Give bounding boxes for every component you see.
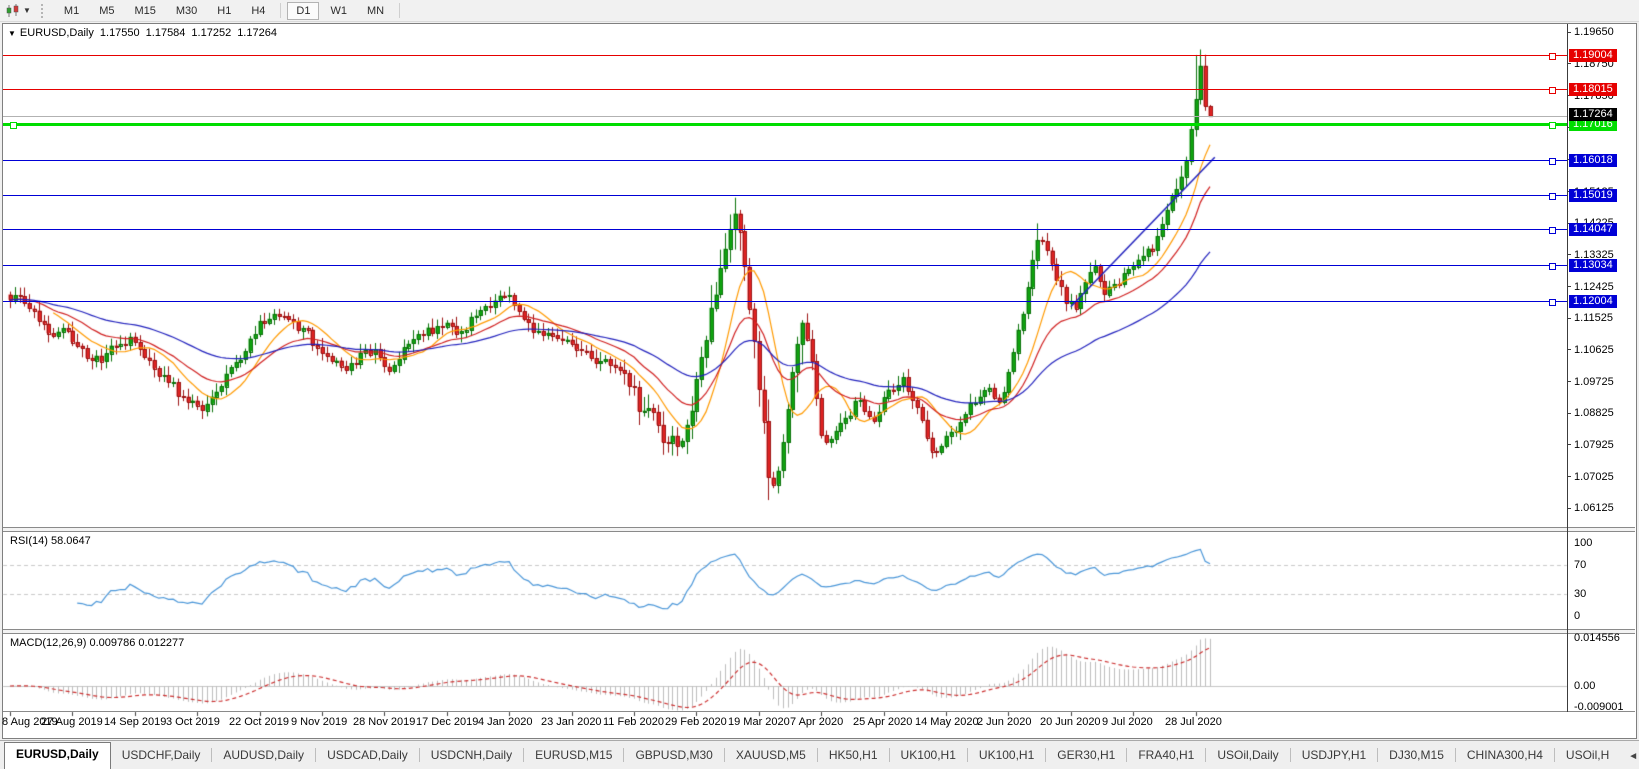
hline-endpoint-marker[interactable] [1549,299,1556,306]
hline-1.19004[interactable] [3,55,1567,56]
triangle-down-icon[interactable]: ▼ [8,29,16,38]
timeframe-button-h4[interactable]: H4 [242,2,274,20]
hline-endpoint-marker[interactable] [1549,122,1556,129]
price-axis-line [1567,24,1568,712]
rsi-indicator-label: RSI(14) 58.0647 [10,535,91,547]
chart-tabs-bar: EURUSD,DailyUSDCHF,DailyAUDUSD,DailyUSDC… [0,740,1639,769]
pane-separator-macd-dates [3,711,1635,712]
tab-fra40-h1[interactable]: FRA40,H1 [1127,743,1205,769]
hline-endpoint-marker[interactable] [10,122,17,129]
timeframe-toolbar: ▼ M1M5M15M30H1H4 D1W1MN [0,0,1639,22]
toolbar-separator [399,3,400,18]
triangle-down-icon: ▼ [23,6,31,15]
chart-title: ▼ EURUSD,Daily 1.17550 1.17584 1.17252 1.1726… [8,27,283,39]
tab-usdjpy-h1[interactable]: USDJPY,H1 [1291,743,1377,769]
tab-audusd-daily[interactable]: AUDUSD,Daily [212,743,315,769]
timeframe-button-m15[interactable]: M15 [125,2,164,20]
candlestick-chart-icon [6,4,21,18]
hline-endpoint-marker[interactable] [1549,87,1556,94]
chart-symbol-label: EURUSD,Daily [20,27,94,39]
chart-tabs: EURUSD,DailyUSDCHF,DailyAUDUSD,DailyUSDC… [0,742,1620,769]
tab-eurusd-daily[interactable]: EURUSD,Daily [4,742,111,769]
macd-indicator-label: MACD(12,26,9) 0.009786 0.012277 [10,637,184,649]
chart-type-button[interactable]: ▼ [6,4,31,18]
timeframe-button-w1[interactable]: W1 [321,2,356,20]
timeframe-button-d1[interactable]: D1 [287,2,319,20]
tab-uk100-h1[interactable]: UK100,H1 [890,743,967,769]
hline-endpoint-marker[interactable] [1549,193,1556,200]
timeframe-button-h1[interactable]: H1 [208,2,240,20]
tab-usdcnh-daily[interactable]: USDCNH,Daily [420,743,523,769]
tab-ger30-h1[interactable]: GER30,H1 [1046,743,1126,769]
hline-1.12004[interactable] [3,301,1567,302]
tab-usoil-h[interactable]: USOil,H [1555,743,1620,769]
tab-hk50-h1[interactable]: HK50,H1 [818,743,889,769]
tab-uk100-h1[interactable]: UK100,H1 [968,743,1045,769]
hline-1.15019[interactable] [3,195,1567,196]
tab-usdchf-daily[interactable]: USDCHF,Daily [111,743,212,769]
timeframe-button-m1[interactable]: M1 [55,2,88,20]
timeframe-button-m30[interactable]: M30 [167,2,206,20]
hline-1.17016[interactable] [3,123,1567,126]
timeframe-buttons: M1M5M15M30H1H4 D1W1MN [54,2,405,20]
hline-endpoint-marker[interactable] [1549,158,1556,165]
toolbar-separator [280,3,281,18]
toolbar-grip [41,4,46,18]
timeframe-button-mn[interactable]: MN [358,2,393,20]
pane-separator-rsi-macd[interactable] [3,629,1635,634]
timeframe-button-m5[interactable]: M5 [90,2,123,20]
tab-usdcad-daily[interactable]: USDCAD,Daily [316,743,419,769]
hline-1.13034[interactable] [3,265,1567,266]
tab-china300-h4[interactable]: CHINA300,H4 [1456,743,1554,769]
tabs-scroll-left-button[interactable]: ◄ [1620,751,1639,769]
hline-1.18015[interactable] [3,89,1567,90]
ohlc-high: 1.17584 [146,27,186,39]
pane-separator-price-rsi[interactable] [3,527,1635,532]
triangle-left-icon: ◄ [1628,751,1638,762]
ohlc-open: 1.17550 [100,27,140,39]
hline-1.16018[interactable] [3,160,1567,161]
hline-endpoint-marker[interactable] [1549,53,1556,60]
trading-terminal: ▼ M1M5M15M30H1H4 D1W1MN ▼ EURUSD,Daily 1.17… [0,0,1639,768]
ohlc-close: 1.17264 [237,27,277,39]
tab-eurusd-m15[interactable]: EURUSD,M15 [524,743,623,769]
tab-gbpusd-m30[interactable]: GBPUSD,M30 [624,743,723,769]
chart-canvas[interactable] [0,0,1639,768]
hline-endpoint-marker[interactable] [1549,227,1556,234]
ohlc-low: 1.17252 [191,27,231,39]
hline-1.14047[interactable] [3,229,1567,230]
tab-xauusd-m5[interactable]: XAUUSD,M5 [725,743,817,769]
hline-endpoint-marker[interactable] [1549,263,1556,270]
tab-dj30-m15[interactable]: DJ30,M15 [1378,743,1455,769]
tab-usoil-daily[interactable]: USOil,Daily [1206,743,1289,769]
